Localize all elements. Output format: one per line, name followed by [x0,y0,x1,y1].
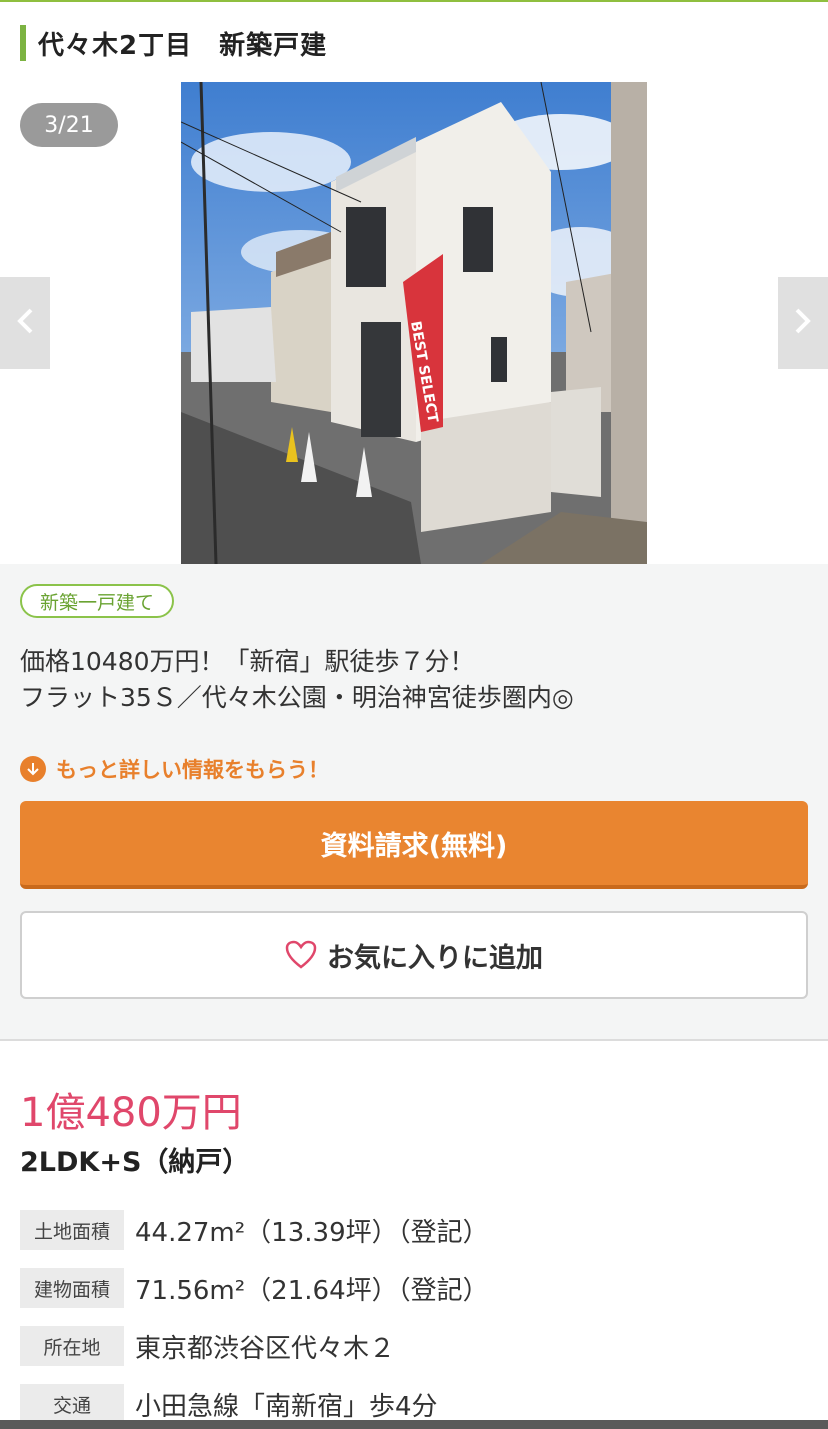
spec-label: 交通 [20,1384,124,1424]
more-info-label: もっと詳しい情報をもらう！ [56,758,329,782]
spec-label: 所在地 [20,1326,124,1366]
section-divider [0,1039,828,1041]
spec-label: 建物面積 [20,1268,124,1308]
property-photo[interactable]: BEST SELECT [181,82,647,564]
spec-value: 44.27m²（13.39坪）（登記） [135,1217,489,1248]
spec-row-building-area: 建物面積 71.56m²（21.64坪）（登記） [20,1268,489,1308]
spec-value: 東京都渋谷区代々木２ [135,1333,396,1364]
photo-gallery[interactable]: 3/21 BEST SELECT [0,82,828,564]
add-favorite-label: お気に入りに追加 [327,942,543,974]
chevron-right-icon [794,307,812,339]
spec-label: 土地面積 [20,1210,124,1250]
spec-row-address: 所在地 東京都渋谷区代々木２ [20,1326,395,1366]
heart-icon [285,940,317,970]
listing-info-panel: 新築一戸建て 価格10480万円！「新宿」駅徒歩７分！ フラット35Ｓ／代々木公… [0,564,828,1040]
price: 1億480万円 [20,1090,242,1136]
arrow-down-circle-icon [20,756,46,782]
listing-header: 代々木2丁目 新築戸建 [20,24,327,62]
prev-photo-button[interactable] [0,277,50,369]
spec-row-access: 交通 小田急線「南新宿」歩4分 [20,1384,438,1424]
chevron-left-icon [16,307,34,339]
floor-plan: 2LDK+S（納戸） [20,1147,250,1178]
catch-copy-line-2: フラット35Ｓ／代々木公園・明治神宮徒歩圏内◎ [20,683,574,712]
request-info-button[interactable]: 資料請求(無料) [20,801,808,889]
spec-value: 小田急線「南新宿」歩4分 [135,1391,438,1422]
add-favorite-button[interactable]: お気に入りに追加 [20,911,808,999]
catch-copy-line-1: 価格10480万円！「新宿」駅徒歩７分！ [20,647,475,676]
more-info-prompt: もっと詳しい情報をもらう！ [20,754,329,784]
catch-copy: 価格10480万円！「新宿」駅徒歩７分！ フラット35Ｓ／代々木公園・明治神宮徒… [20,644,574,716]
bottom-toolbar-edge [0,1420,828,1429]
spec-value: 71.56m²（21.64坪）（登記） [135,1275,489,1306]
title-accent-bar [20,25,26,61]
spec-row-land-area: 土地面積 44.27m²（13.39坪）（登記） [20,1210,489,1250]
property-type-badge: 新築一戸建て [20,584,175,618]
page-title: 代々木2丁目 新築戸建 [38,30,328,61]
photo-counter: 3/21 [20,103,118,147]
next-photo-button[interactable] [778,277,828,369]
top-accent-line [0,0,828,2]
